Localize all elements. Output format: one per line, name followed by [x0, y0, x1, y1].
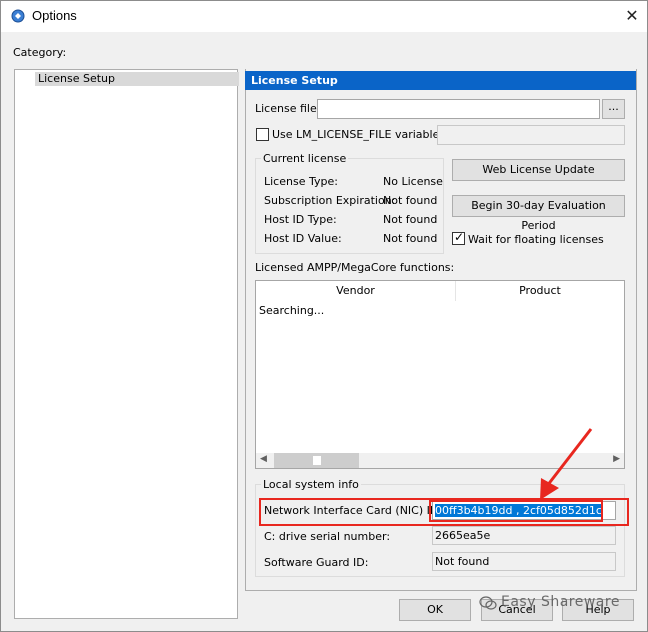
category-item-license-setup[interactable]: License Setup	[35, 72, 239, 86]
close-icon[interactable]: ✕	[617, 1, 647, 32]
host-id-type-value: Not found	[383, 213, 438, 226]
searching-status: Searching...	[259, 304, 325, 317]
host-id-type-label: Host ID Type:	[264, 213, 337, 226]
wait-floating-checkbox[interactable]: ✓	[452, 230, 465, 245]
wechat-icon	[479, 596, 497, 610]
host-id-value-label: Host ID Value:	[264, 232, 342, 245]
category-list: License Setup	[14, 69, 239, 619]
options-window: Options ✕ Category: License Setup Licens…	[0, 0, 648, 632]
scroll-thumb-grip	[312, 455, 322, 466]
checkbox-icon: ✓	[454, 230, 465, 244]
software-guard-label: Software Guard ID:	[264, 556, 369, 569]
scroll-thumb[interactable]	[274, 453, 359, 468]
software-guard-field[interactable]: Not found	[432, 552, 616, 571]
watermark-text: Easy Shareware	[501, 594, 620, 610]
lm-license-input[interactable]	[437, 125, 625, 145]
browse-button[interactable]: ...	[602, 99, 625, 119]
annotation-arrow-icon	[540, 428, 593, 500]
vendor-column-header[interactable]: Vendor	[256, 281, 456, 301]
use-lm-checkbox[interactable]	[256, 128, 269, 141]
web-license-update-button[interactable]: Web License Update	[452, 159, 625, 181]
license-file-label: License file:	[255, 102, 321, 115]
evaluation-period-button[interactable]: Begin 30-day Evaluation Period	[452, 195, 625, 232]
wait-floating-label: Wait for floating licenses	[468, 233, 604, 246]
product-column-header[interactable]: Product	[456, 281, 624, 301]
panel-heading: License Setup	[245, 71, 636, 90]
title-bar: Options ✕	[1, 1, 647, 32]
drive-serial-label: C: drive serial number:	[264, 530, 391, 543]
functions-label: Licensed AMPP/MegaCore functions:	[255, 261, 455, 274]
category-label: Category:	[13, 46, 67, 59]
window-title: Options	[32, 8, 77, 23]
drive-serial-field[interactable]: 2665ea5e	[432, 526, 616, 545]
app-icon	[11, 9, 25, 23]
subscription-expiration-value: Not found	[383, 194, 438, 207]
scroll-left-icon[interactable]: ◀	[260, 454, 267, 464]
current-license-title: Current license	[261, 152, 349, 165]
scroll-right-icon[interactable]: ▶	[613, 454, 620, 464]
subscription-expiration-label: Subscription Expiration:	[264, 194, 396, 207]
use-lm-label: Use LM_LICENSE_FILE variable:	[272, 128, 444, 141]
ok-button[interactable]: OK	[399, 599, 471, 621]
license-type-value: No License	[383, 175, 443, 188]
local-system-title: Local system info	[261, 478, 361, 491]
license-type-label: License Type:	[264, 175, 338, 188]
host-id-value-value: Not found	[383, 232, 438, 245]
license-file-input[interactable]	[317, 99, 600, 119]
